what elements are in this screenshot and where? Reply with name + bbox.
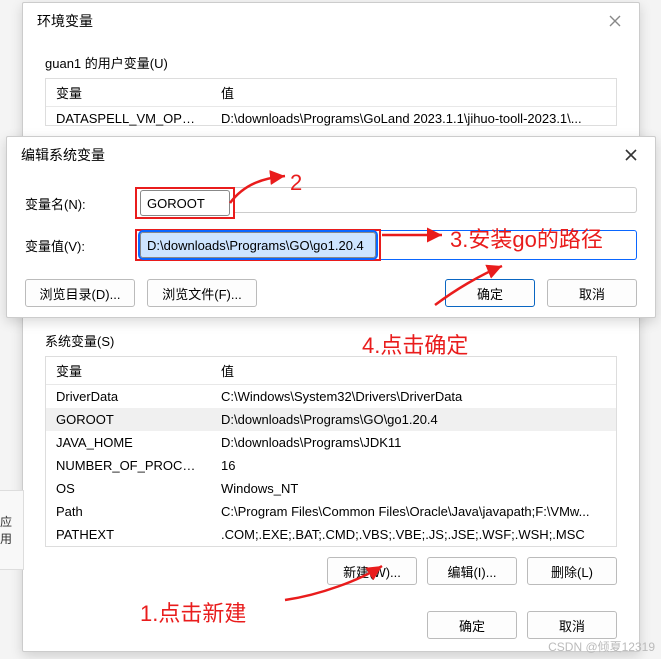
edit-button[interactable]: 编辑(I)... [427, 557, 517, 585]
col-header-value[interactable]: 值 [211, 357, 616, 384]
var-value-label: 变量值(V): [25, 236, 135, 255]
table-row[interactable]: GOROOTD:\downloads\Programs\GO\go1.20.4 [46, 408, 616, 431]
var-name-input-ext[interactable] [235, 187, 637, 213]
browse-file-button[interactable]: 浏览文件(F)... [147, 279, 257, 307]
var-value-row: 变量值(V): [25, 229, 637, 261]
edit-buttons: 浏览目录(D)... 浏览文件(F)... 确定 取消 [25, 279, 637, 307]
left-tab[interactable]: 应用 [0, 490, 24, 570]
new-button[interactable]: 新建(W)... [327, 557, 417, 585]
cancel-button[interactable]: 取消 [527, 611, 617, 639]
table-row[interactable]: NUMBER_OF_PROCESSORS16 [46, 454, 616, 477]
user-vars-label: guan1 的用户变量(U) [45, 53, 617, 72]
user-vars-table[interactable]: 变量 值 DATASPELL_VM_OPTIONS D:\downloads\P… [45, 78, 617, 126]
col-header-name[interactable]: 变量 [46, 79, 211, 106]
table-row[interactable]: OSWindows_NT [46, 477, 616, 500]
col-header-value[interactable]: 值 [211, 79, 616, 106]
table-row[interactable]: PathC:\Program Files\Common Files\Oracle… [46, 500, 616, 523]
env-vars-window: 环境变量 guan1 的用户变量(U) 变量 值 DATASPELL_VM_OP… [22, 2, 640, 652]
env-title: 环境变量 [37, 11, 93, 31]
table-row[interactable]: JAVA_HOMED:\downloads\Programs\JDK11 [46, 431, 616, 454]
table-row[interactable]: PATHEXT.COM;.EXE;.BAT;.CMD;.VBS;.VBE;.JS… [46, 523, 616, 546]
var-value-input-ext[interactable] [381, 230, 637, 260]
cancel-button[interactable]: 取消 [547, 279, 637, 307]
table-row[interactable]: DATASPELL_VM_OPTIONS D:\downloads\Progra… [46, 107, 616, 130]
var-value-input[interactable] [140, 232, 376, 258]
table-row[interactable]: DriverDataC:\Windows\System32\Drivers\Dr… [46, 385, 616, 408]
var-name-label: 变量名(N): [25, 194, 135, 213]
var-name-input[interactable] [140, 190, 230, 216]
ok-button[interactable]: 确定 [445, 279, 535, 307]
var-name-row: 变量名(N): [25, 187, 637, 219]
sys-vars-buttons: 新建(W)... 编辑(I)... 删除(L) [45, 557, 617, 585]
sys-vars-label: 系统变量(S) [45, 331, 617, 350]
close-icon[interactable] [601, 9, 629, 33]
edit-title: 编辑系统变量 [21, 145, 105, 165]
col-header-name[interactable]: 变量 [46, 357, 211, 384]
sys-vars-table[interactable]: 变量 值 DriverDataC:\Windows\System32\Drive… [45, 356, 617, 547]
delete-button[interactable]: 删除(L) [527, 557, 617, 585]
edit-title-bar: 编辑系统变量 [7, 137, 655, 173]
edit-var-window: 编辑系统变量 变量名(N): 变量值(V): 浏览目录(D)... 浏览文件(F… [6, 136, 656, 318]
dialog-buttons: 确定 取消 [45, 611, 617, 639]
env-title-bar: 环境变量 [23, 3, 639, 39]
ok-button[interactable]: 确定 [427, 611, 517, 639]
close-icon[interactable] [617, 143, 645, 167]
watermark: CSDN @倾夏12319 [548, 638, 655, 655]
browse-dir-button[interactable]: 浏览目录(D)... [25, 279, 135, 307]
